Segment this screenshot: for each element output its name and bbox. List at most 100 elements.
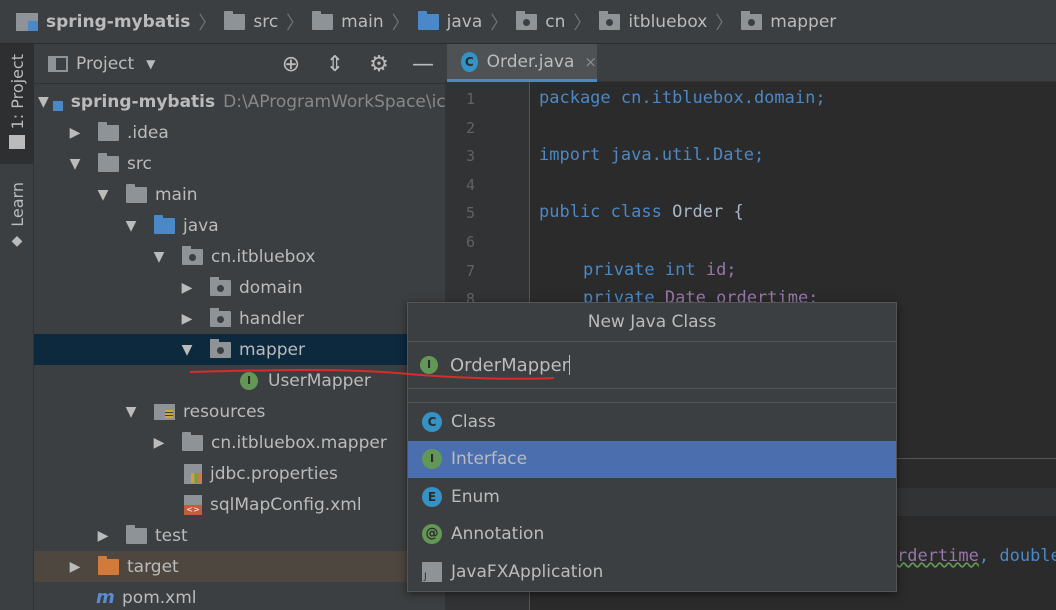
- expand-arrow-icon[interactable]: ▶: [94, 528, 112, 544]
- tree-row-pom-xml[interactable]: m pom.xml: [34, 582, 445, 610]
- folder-icon: [312, 10, 334, 30]
- class-icon: C: [422, 411, 442, 432]
- folder-icon: [98, 121, 119, 141]
- expand-arrow-icon[interactable]: ▼: [94, 187, 112, 203]
- option-javafx-application[interactable]: JavaFXApplication: [408, 553, 896, 591]
- editor-tab-bar: C Order.java ×: [445, 44, 1056, 82]
- option-class[interactable]: C Class: [408, 403, 896, 441]
- project-view-icon: [48, 55, 68, 72]
- line-number: 4: [465, 176, 475, 194]
- interface-icon: I: [420, 356, 438, 374]
- expand-arrow-icon[interactable]: ▶: [178, 311, 196, 327]
- expand-arrow-icon[interactable]: ▼: [66, 156, 84, 172]
- expand-arrow-icon[interactable]: ▼: [150, 249, 168, 265]
- expand-arrow-icon[interactable]: ▶: [178, 280, 196, 296]
- collapse-icon[interactable]: ⇕: [313, 52, 357, 77]
- expand-arrow-icon[interactable]: ▶: [66, 125, 84, 141]
- tree-row-src[interactable]: ▼ src: [34, 148, 445, 179]
- folder-icon: [98, 152, 119, 172]
- package-icon: [210, 338, 231, 358]
- tree-row-project-root[interactable]: ▼ spring-mybatis D:\AProgramWorkSpace\ic: [34, 86, 445, 117]
- tool-window-strip: 1: Project Learn ◆: [0, 44, 34, 610]
- dialog-spacer: [408, 389, 896, 403]
- code-peek: rdertime, double: [897, 546, 1056, 566]
- breadcrumb-main[interactable]: main: [312, 0, 384, 44]
- package-icon: [599, 10, 621, 30]
- graduation-cap-icon: ◆: [11, 232, 23, 249]
- folder-icon: [9, 135, 25, 150]
- code-line: public class Order {: [539, 202, 744, 222]
- editor-gutter-fragment: [897, 488, 1056, 516]
- option-enum[interactable]: E Enum: [408, 478, 896, 516]
- minimize-icon[interactable]: —: [401, 52, 445, 77]
- line-number: 2: [465, 119, 475, 137]
- line-number: 6: [465, 233, 475, 251]
- expand-arrow-icon[interactable]: ▶: [150, 435, 168, 451]
- folder-icon: [182, 431, 203, 451]
- expand-arrow-icon[interactable]: ▼: [122, 404, 140, 420]
- learn-tool-tab[interactable]: Learn ◆: [0, 182, 34, 262]
- enum-icon: E: [422, 486, 442, 507]
- code-line: import java.util.Date;: [539, 145, 765, 165]
- folder-icon: [126, 183, 147, 203]
- line-number: 3: [465, 147, 475, 165]
- breadcrumb-java[interactable]: java: [417, 0, 482, 44]
- expand-arrow-icon[interactable]: ▼: [122, 218, 140, 234]
- project-view-selector[interactable]: Project: [76, 54, 134, 74]
- tree-row-mapper[interactable]: ▼ mapper: [34, 334, 445, 365]
- expand-arrow-icon[interactable]: ▼: [38, 94, 49, 110]
- expand-arrow-icon[interactable]: ▶: [66, 559, 84, 575]
- target-icon[interactable]: ⊕: [269, 52, 313, 77]
- tree-row-java[interactable]: ▼ java: [34, 210, 445, 241]
- tree-row-test[interactable]: ▶ test: [34, 520, 445, 551]
- project-panel: Project ▼ ⊕ ⇕ ⚙ — ▼ spring-mybatis D:\AP…: [34, 44, 445, 610]
- tree-row-target[interactable]: ▶ target: [34, 551, 445, 582]
- breadcrumb-mapper[interactable]: mapper: [741, 0, 836, 44]
- properties-file-icon: [184, 463, 202, 484]
- javafx-icon: [422, 561, 442, 582]
- expand-arrow-icon[interactable]: ▼: [178, 342, 196, 358]
- code-line: package cn.itbluebox.domain;: [539, 88, 826, 108]
- code-line: private int id;: [583, 260, 737, 280]
- text-cursor: [569, 355, 571, 375]
- package-icon: [210, 307, 231, 327]
- tree-row-usermapper[interactable]: I UserMapper: [34, 365, 445, 396]
- breadcrumb-itbluebox[interactable]: itbluebox: [599, 0, 707, 44]
- tree-row-resources[interactable]: ▼ resources: [34, 396, 445, 427]
- breadcrumb-separator: 〉: [573, 12, 592, 34]
- project-tool-tab[interactable]: 1: Project: [0, 44, 34, 164]
- breadcrumb-project[interactable]: spring-mybatis: [16, 0, 190, 44]
- package-icon: [516, 10, 538, 30]
- source-folder-icon: [417, 10, 439, 30]
- tree-row-cn-itbluebox[interactable]: ▼ cn.itbluebox: [34, 241, 445, 272]
- folder-icon: [126, 524, 147, 544]
- maven-icon: m: [96, 587, 115, 608]
- line-number: 5: [465, 204, 475, 222]
- tab-order-java[interactable]: C Order.java ×: [447, 44, 597, 82]
- project-panel-header: Project ▼ ⊕ ⇕ ⚙ —: [34, 44, 445, 84]
- gear-icon[interactable]: ⚙: [357, 52, 401, 77]
- breadcrumb-cn[interactable]: cn: [516, 0, 565, 44]
- chevron-down-icon[interactable]: ▼: [146, 57, 155, 71]
- tree-row-idea[interactable]: ▶ .idea: [34, 117, 445, 148]
- tree-row-domain[interactable]: ▶ domain: [34, 272, 445, 303]
- option-annotation[interactable]: @ Annotation: [408, 516, 896, 554]
- resources-folder-icon: [154, 403, 175, 420]
- class-icon: C: [461, 51, 478, 72]
- folder-icon: [224, 10, 246, 30]
- navigation-bar: spring-mybatis 〉 src 〉 main 〉 java 〉 cn …: [0, 0, 1056, 44]
- option-interface[interactable]: I Interface: [408, 440, 896, 478]
- tree-row-jdbc-properties[interactable]: jdbc.properties: [34, 458, 445, 489]
- class-name-input[interactable]: I OrderMapper: [408, 341, 896, 389]
- annotation-icon: @: [422, 524, 442, 545]
- breadcrumb-src[interactable]: src: [224, 0, 278, 44]
- xml-file-icon: [184, 494, 202, 515]
- tree-row-cn-itbluebox-mapper[interactable]: ▶ cn.itbluebox.mapper: [34, 427, 445, 458]
- project-icon: [16, 12, 38, 31]
- tree-row-sqlmapconfig-xml[interactable]: sqlMapConfig.xml: [34, 489, 445, 520]
- close-icon[interactable]: ×: [584, 53, 597, 71]
- package-icon: [741, 10, 763, 30]
- breadcrumb-separator: 〉: [286, 12, 305, 34]
- tree-row-main[interactable]: ▼ main: [34, 179, 445, 210]
- tree-row-handler[interactable]: ▶ handler: [34, 303, 445, 334]
